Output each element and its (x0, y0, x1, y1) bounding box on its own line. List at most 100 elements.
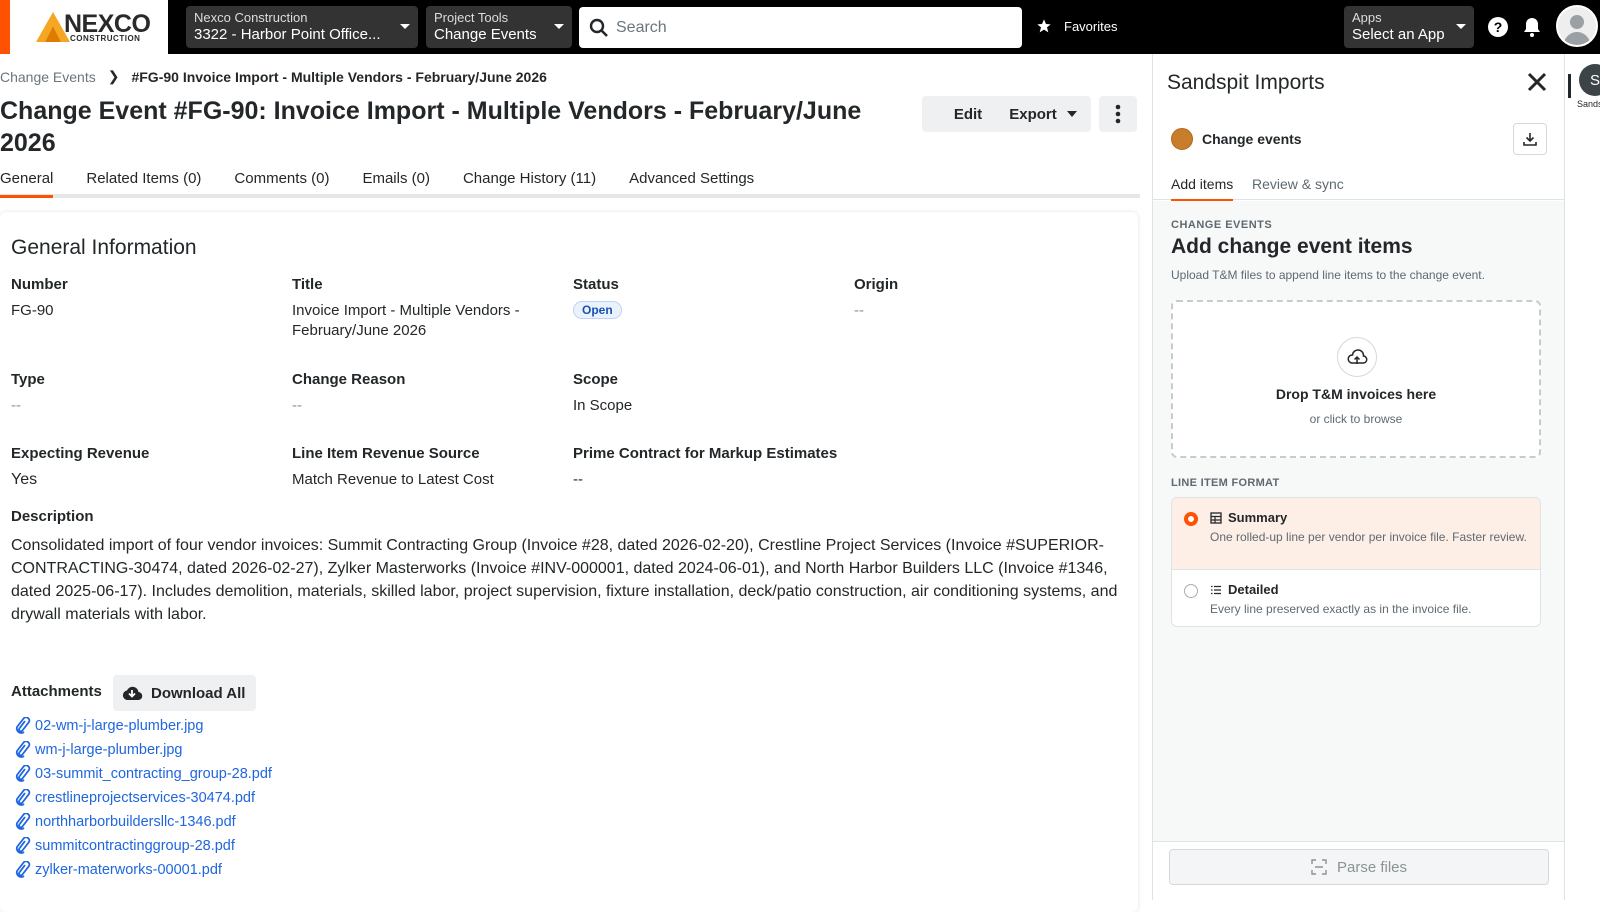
radio-unselected[interactable] (1184, 584, 1198, 598)
panel-heading: Add change event items (1171, 235, 1413, 258)
export-button[interactable]: Export (995, 96, 1091, 132)
status-badge: Open (573, 301, 622, 319)
option-name: Detailed (1228, 582, 1279, 597)
close-icon[interactable] (1525, 70, 1549, 94)
field-change-reason: Change Reason -- (292, 371, 552, 416)
file-dropzone[interactable]: Drop T&M invoices here or click to brows… (1171, 300, 1541, 458)
parse-files-button[interactable]: Parse files (1169, 849, 1549, 885)
apps-selector[interactable]: Apps Select an App (1344, 6, 1474, 48)
option-description: Every line preserved exactly as in the i… (1210, 602, 1472, 616)
field-value: Invoice Import - Multiple Vendors - Febr… (292, 302, 520, 339)
attachment-item[interactable]: northharborbuildersllc-1346.pdf (13, 810, 272, 834)
attachments-list: 02-wm-j-large-plumber.jpg wm-j-large-plu… (13, 714, 272, 882)
field-value: In Scope (573, 397, 633, 414)
download-all-button[interactable]: Download All (113, 675, 256, 711)
caret-down-icon (1066, 111, 1077, 117)
attachment-link[interactable]: zylker-materworks-00001.pdf (35, 862, 222, 878)
more-actions-button[interactable] (1099, 96, 1137, 132)
apps-label: Apps (1352, 10, 1382, 25)
panel-body: CHANGE EVENTS Add change event items Upl… (1153, 201, 1565, 841)
attachment-link[interactable]: 03-summit_contracting_group-28.pdf (35, 766, 272, 782)
field-status: Status Open (573, 276, 833, 319)
field-label: Origin (854, 276, 899, 293)
apps-value: Select an App (1352, 26, 1445, 43)
field-description: Description Consolidated import of four … (11, 508, 1121, 626)
radio-selected[interactable] (1184, 512, 1198, 526)
option-title: Summary (1210, 510, 1287, 525)
option-name: Summary (1228, 510, 1288, 525)
search-placeholder: Search (616, 19, 667, 36)
section-heading: General Information (11, 236, 197, 259)
search-input[interactable]: Search (579, 7, 1022, 48)
field-label: Number (11, 276, 68, 293)
tab-advanced-settings[interactable]: Advanced Settings (629, 170, 754, 194)
project-selector[interactable]: Nexco Construction 3322 - Harbor Point O… (186, 6, 418, 48)
favorites-button[interactable]: Favorites (1036, 18, 1117, 34)
field-label: Expecting Revenue (11, 445, 150, 462)
line-item-format-label: LINE ITEM FORMAT (1171, 477, 1280, 489)
sandspit-app-avatar[interactable]: S (1579, 64, 1600, 96)
field-label: Change Reason (292, 371, 406, 388)
panel-subtitle: Upload T&M files to append line items to… (1171, 268, 1485, 282)
attachment-item[interactable]: summitcontractinggroup-28.pdf (13, 834, 272, 858)
project-tools-selector[interactable]: Project Tools Change Events (426, 6, 572, 48)
section-kicker: CHANGE EVENTS (1171, 219, 1273, 231)
user-avatar[interactable] (1556, 5, 1598, 47)
format-option-detailed[interactable]: Detailed Every line preserved exactly as… (1172, 570, 1540, 626)
entity-dot-icon (1171, 128, 1193, 150)
description-text: Consolidated import of four vendor invoi… (11, 537, 1118, 623)
field-type: Type -- (11, 371, 271, 416)
field-value: -- (292, 397, 302, 414)
bell-icon[interactable] (1520, 15, 1544, 39)
tab-comments[interactable]: Comments (0) (234, 170, 329, 194)
field-value: -- (573, 471, 583, 488)
chevron-down-icon (1456, 24, 1466, 29)
help-icon[interactable]: ? (1486, 15, 1510, 39)
attachment-item[interactable]: crestlineprojectservices-30474.pdf (13, 786, 272, 810)
project-selector-value: 3322 - Harbor Point Office... (194, 26, 381, 43)
svg-text:?: ? (1494, 19, 1503, 35)
breadcrumb: Change Events ❯ #FG-90 Invoice Import - … (0, 68, 547, 85)
edit-button-label: Edit (953, 105, 983, 123)
tab-review-sync[interactable]: Review & sync (1252, 176, 1344, 192)
paperclip-icon (15, 789, 31, 806)
tab-emails[interactable]: Emails (0) (362, 170, 430, 194)
attachment-item[interactable]: zylker-materworks-00001.pdf (13, 858, 272, 882)
field-line-item-revenue-source: Line Item Revenue Source Match Revenue t… (292, 445, 552, 490)
attachment-item[interactable]: wm-j-large-plumber.jpg (13, 738, 272, 762)
favorites-label: Favorites (1064, 18, 1118, 34)
attachment-link[interactable]: 02-wm-j-large-plumber.jpg (35, 718, 203, 734)
export-button-label: Export (1009, 105, 1057, 123)
attachment-link[interactable]: wm-j-large-plumber.jpg (35, 742, 182, 758)
download-button[interactable] (1513, 123, 1547, 155)
upload-circle (1337, 337, 1377, 377)
field-value: Yes (11, 471, 38, 488)
tab-general[interactable]: General (0, 170, 54, 198)
field-label: Description (11, 508, 94, 525)
paperclip-icon (15, 765, 31, 782)
paperclip-icon (15, 813, 31, 830)
attachment-link[interactable]: northharborbuildersllc-1346.pdf (35, 814, 236, 830)
attachment-item[interactable]: 03-summit_contracting_group-28.pdf (13, 762, 272, 786)
vertical-dots-icon (1115, 104, 1121, 124)
format-option-summary[interactable]: Summary One rolled-up line per vendor pe… (1172, 498, 1540, 570)
company-logo[interactable]: NEXCO CONSTRUCTION (10, 0, 168, 54)
attachments-label: Attachments (11, 683, 102, 700)
user-avatar-icon (1563, 15, 1591, 45)
parse-files-label: Parse files (1336, 858, 1408, 876)
star-icon (1037, 19, 1051, 33)
attachment-item[interactable]: 02-wm-j-large-plumber.jpg (13, 714, 272, 738)
format-options: Summary One rolled-up line per vendor pe… (1171, 497, 1541, 627)
breadcrumb-change-events-link[interactable]: Change Events (0, 69, 96, 85)
panel-tab-bar: Add items Review & sync (1153, 168, 1565, 201)
tab-change-history[interactable]: Change History (11) (463, 170, 596, 194)
page-title: Change Event #FG-90: Invoice Import - Mu… (0, 97, 862, 157)
attachment-link[interactable]: crestlineprojectservices-30474.pdf (35, 790, 255, 806)
tab-add-items[interactable]: Add items (1171, 176, 1234, 201)
scan-icon (1311, 859, 1327, 875)
tab-related-items[interactable]: Related Items (0) (86, 170, 201, 194)
brand-strip (0, 0, 10, 54)
download-all-label: Download All (151, 684, 246, 702)
attachment-link[interactable]: summitcontractinggroup-28.pdf (35, 838, 235, 854)
cloud-upload-icon (1347, 349, 1368, 364)
